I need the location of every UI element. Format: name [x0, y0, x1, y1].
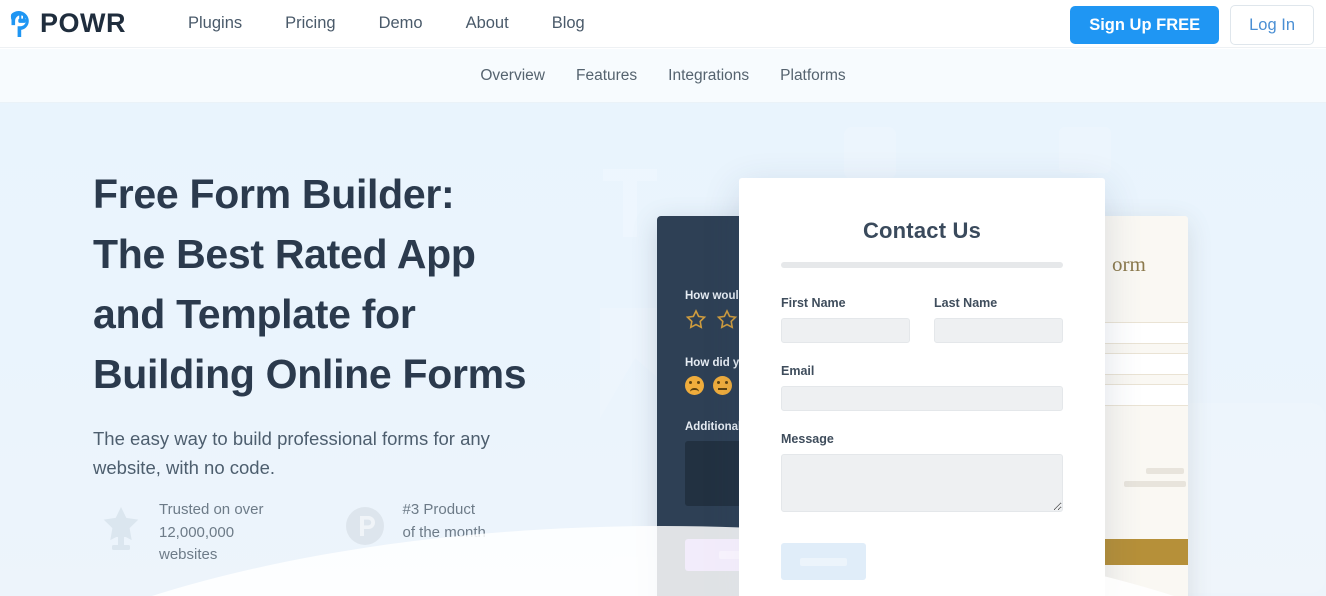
order-summary-lines — [1124, 468, 1188, 487]
powr-plug-icon — [8, 10, 34, 38]
email-input[interactable] — [781, 386, 1063, 411]
secondary-navigation-bar: Overview Features Integrations Platforms — [0, 49, 1326, 103]
sad-face-icon[interactable] — [685, 376, 704, 395]
first-name-label: First Name — [781, 296, 846, 310]
nav-item-about[interactable]: About — [466, 15, 509, 32]
hero-section: Free Form Builder: The Best Rated App an… — [0, 103, 1326, 596]
sign-up-button[interactable]: Sign Up FREE — [1070, 6, 1220, 45]
nav-item-blog[interactable]: Blog — [552, 15, 585, 32]
top-navigation-bar: POWR Plugins Pricing Demo About Blog Sig… — [0, 0, 1326, 48]
nav-item-pricing[interactable]: Pricing — [285, 15, 335, 32]
subnav-item-features[interactable]: Features — [576, 68, 637, 84]
order-field-2[interactable] — [1102, 353, 1188, 375]
order-field-3[interactable] — [1102, 384, 1188, 406]
star-icon[interactable] — [716, 309, 738, 331]
contact-card-divider — [781, 262, 1063, 268]
primary-nav: Plugins Pricing Demo About Blog — [188, 15, 585, 32]
last-name-input[interactable] — [934, 318, 1063, 343]
message-textarea[interactable] — [781, 454, 1063, 512]
last-name-label: Last Name — [934, 296, 998, 310]
nav-item-demo[interactable]: Demo — [379, 15, 423, 32]
star-icon[interactable] — [685, 309, 707, 331]
order-field-1[interactable] — [1102, 322, 1188, 344]
brand-logo[interactable]: POWR — [8, 10, 126, 38]
brand-name: POWR — [40, 8, 126, 38]
subnav-item-platforms[interactable]: Platforms — [780, 68, 845, 84]
order-card-title: orm — [1112, 252, 1146, 276]
subnav-item-overview[interactable]: Overview — [480, 68, 545, 84]
hero-card-stack: C How would yo How did you Additional — [0, 103, 1326, 596]
contact-message-block: Message — [781, 432, 1063, 517]
subnav-item-integrations[interactable]: Integrations — [668, 68, 749, 84]
first-name-input[interactable] — [781, 318, 910, 343]
log-in-button[interactable]: Log In — [1230, 5, 1314, 46]
contact-email-block: Email — [781, 364, 1063, 411]
top-actions: Sign Up FREE Log In — [1070, 5, 1314, 46]
contact-name-row: First Name Last Name — [781, 296, 1063, 343]
email-label: Email — [781, 364, 815, 378]
message-label: Message — [781, 432, 834, 446]
nav-item-plugins[interactable]: Plugins — [188, 15, 242, 32]
contact-card-title: Contact Us — [862, 218, 982, 243]
order-submit-button[interactable] — [1098, 539, 1188, 565]
neutral-face-icon[interactable] — [713, 376, 732, 395]
